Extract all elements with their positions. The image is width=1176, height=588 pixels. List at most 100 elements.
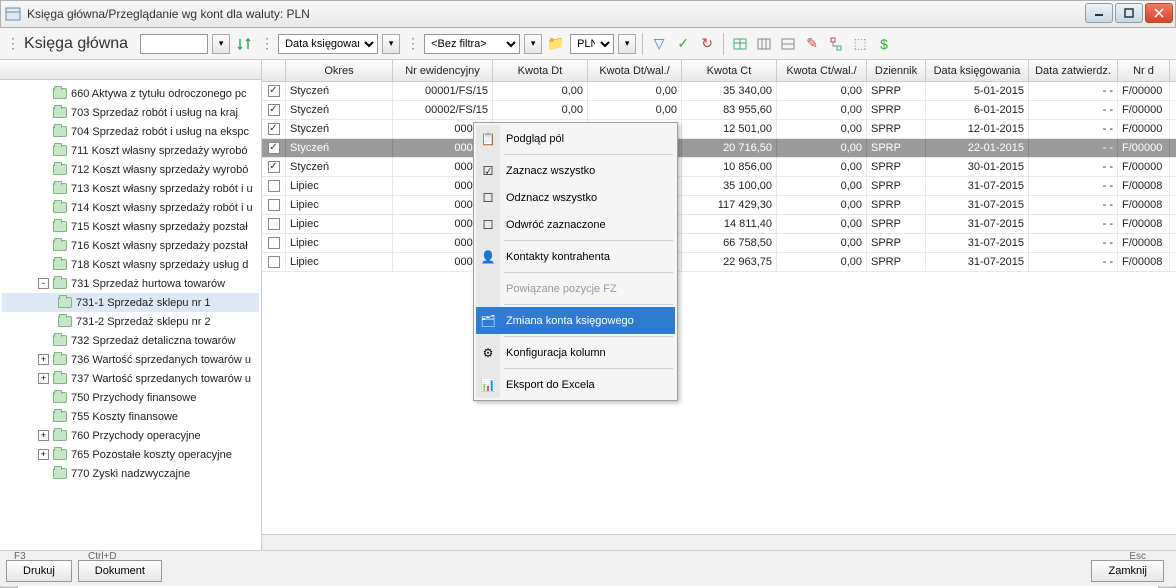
tree-item-755[interactable]: 755 Koszty finansowe <box>2 407 259 426</box>
table-row[interactable]: Styczeń00007/0020 716,500,00SPRP22-01-20… <box>262 139 1176 158</box>
filter-icon[interactable]: ▽ <box>649 34 669 54</box>
tree-expander[interactable]: + <box>38 354 49 365</box>
tree-item-732[interactable]: 732 Sprzedaż detaliczna towarów <box>2 331 259 350</box>
tree-expander[interactable]: + <box>38 373 49 384</box>
row-checkbox-cell[interactable] <box>262 253 286 271</box>
table-row[interactable]: Lipiec00029/0066 758,500,00SPRP31-07-201… <box>262 234 1176 253</box>
print-button[interactable]: Drukuj <box>6 560 72 582</box>
tree-item-716[interactable]: 716 Koszt własny sprzedaży pozstał <box>2 236 259 255</box>
tree-expander[interactable]: + <box>38 430 49 441</box>
table-row[interactable]: Styczeń00002/FS/150,000,0083 955,600,00S… <box>262 101 1176 120</box>
money-icon[interactable]: $ <box>874 34 894 54</box>
tree-item-765[interactable]: +765 Pozostałe koszty operacyjne <box>2 445 259 464</box>
col-header-kwdtw[interactable]: Kwota Dt/wal./ <box>588 60 682 81</box>
row-checkbox-cell[interactable] <box>262 82 286 100</box>
context-menu-item[interactable]: ☐Odznacz wszystko <box>476 184 675 211</box>
dropdown-button[interactable]: ▾ <box>212 34 230 54</box>
table-row[interactable]: Lipiec00024/00117 429,300,00SPRP31-07-20… <box>262 196 1176 215</box>
tree-item-750[interactable]: 750 Przychody finansowe <box>2 388 259 407</box>
tree-item-736[interactable]: +736 Wartość sprzedanych towarów u <box>2 350 259 369</box>
tree-item-660[interactable]: 660 Aktywa z tytułu odroczonego pc <box>2 84 259 103</box>
context-menu-item[interactable]: ⚙Konfiguracja kolumn <box>476 339 675 366</box>
close-button[interactable] <box>1145 3 1173 23</box>
dropdown-button[interactable]: ▾ <box>618 34 636 54</box>
col-header-nrd[interactable]: Nr d <box>1118 60 1170 81</box>
context-menu-item[interactable]: 🗂Zmiana konta księgowego <box>476 307 675 334</box>
col-header-nrew[interactable]: Nr ewidencyjny <box>393 60 493 81</box>
context-menu-item[interactable]: 👤Kontakty kontrahenta <box>476 243 675 270</box>
tree-item-760[interactable]: +760 Przychody operacyjne <box>2 426 259 445</box>
tree-expander[interactable]: + <box>38 449 49 460</box>
context-menu-item[interactable]: ☑Zaznacz wszystko <box>476 157 675 184</box>
import-icon[interactable]: ⬚ <box>850 34 870 54</box>
tree-item-731-1[interactable]: 731-1 Sprzedaż sklepu nr 1 <box>2 293 259 312</box>
row-checkbox-cell[interactable] <box>262 139 286 157</box>
tree-item-703[interactable]: 703 Sprzedaż robót i usług na kraj <box>2 103 259 122</box>
row-checkbox-cell[interactable] <box>262 234 286 252</box>
table-row[interactable]: Styczeń00004/0012 501,000,00SPRP12-01-20… <box>262 120 1176 139</box>
row-checkbox-cell[interactable] <box>262 215 286 233</box>
checkbox-icon[interactable] <box>268 199 280 211</box>
row-checkbox-cell[interactable] <box>262 120 286 138</box>
tree-item-731[interactable]: -731 Sprzedaż hurtowa towarów <box>2 274 259 293</box>
checkbox-icon[interactable] <box>268 180 280 192</box>
table-row[interactable]: Lipiec00023/0035 100,000,00SPRP31-07-201… <box>262 177 1176 196</box>
tree-item-718[interactable]: 718 Koszt własny sprzedaży usług d <box>2 255 259 274</box>
col-header-dk[interactable]: Data księgowania <box>926 60 1029 81</box>
col-header-kwdt[interactable]: Kwota Dt <box>493 60 588 81</box>
context-menu-item[interactable]: 📊Eksport do Excela <box>476 371 675 398</box>
maximize-button[interactable] <box>1115 3 1143 23</box>
context-menu-item[interactable]: ☐Odwróć zaznaczone <box>476 211 675 238</box>
minimize-button[interactable] <box>1085 3 1113 23</box>
col-header-dzat[interactable]: Data zatwierdz. <box>1029 60 1118 81</box>
filter-select[interactable]: <Bez filtra> <box>424 34 520 54</box>
context-menu-item[interactable]: 📋Podgląd pól <box>476 125 675 152</box>
checkbox-icon[interactable] <box>268 237 280 249</box>
tree-item-713[interactable]: 713 Koszt własny sprzedaży robót i u <box>2 179 259 198</box>
dropdown-button[interactable]: ▾ <box>524 34 542 54</box>
tree-icon[interactable]: ✎ <box>802 34 822 54</box>
close-footer-button[interactable]: Zamknij <box>1091 560 1164 582</box>
checkbox-icon[interactable] <box>268 104 280 116</box>
grid-scrollbar[interactable] <box>262 534 1176 550</box>
tree-item-731-2[interactable]: 731-2 Sprzedaż sklepu nr 2 <box>2 312 259 331</box>
col-header-okres[interactable]: Okres <box>286 60 393 81</box>
row-checkbox-cell[interactable] <box>262 158 286 176</box>
tree-expander[interactable]: - <box>38 278 49 289</box>
row-checkbox-cell[interactable] <box>262 196 286 214</box>
checkbox-icon[interactable] <box>268 218 280 230</box>
row-checkbox-cell[interactable] <box>262 101 286 119</box>
grid-icon[interactable] <box>754 34 774 54</box>
columns-icon[interactable] <box>778 34 798 54</box>
hierarchy-icon[interactable] <box>826 34 846 54</box>
table-row[interactable]: Lipiec00032/0022 963,750,00SPRP31-07-201… <box>262 253 1176 272</box>
col-header-kwct[interactable]: Kwota Ct <box>682 60 777 81</box>
document-button[interactable]: Dokument <box>78 560 162 582</box>
search-input[interactable] <box>140 34 208 54</box>
tree-item-711[interactable]: 711 Koszt własny sprzedaży wyrobó <box>2 141 259 160</box>
dropdown-button[interactable]: ▾ <box>382 34 400 54</box>
checkbox-icon[interactable] <box>268 123 280 135</box>
col-header-dz[interactable]: Dziennik <box>867 60 926 81</box>
table-row[interactable]: Lipiec00026/0014 811,400,00SPRP31-07-201… <box>262 215 1176 234</box>
row-checkbox-cell[interactable] <box>262 177 286 195</box>
col-header-kwctw[interactable]: Kwota Ct/wal./ <box>777 60 867 81</box>
date-select[interactable]: Data księgowania <box>278 34 378 54</box>
currency-select[interactable]: PLN <box>570 34 614 54</box>
col-header-check[interactable] <box>262 60 286 81</box>
tree-item-770[interactable]: 770 Zyski nadzwyczajne <box>2 464 259 483</box>
table-row[interactable]: Styczeń00001/FS/150,000,0035 340,000,00S… <box>262 82 1176 101</box>
refresh-icon[interactable]: ↻ <box>697 34 717 54</box>
checkbox-icon[interactable] <box>268 142 280 154</box>
table-row[interactable]: Styczeń00010/0010 856,000,00SPRP30-01-20… <box>262 158 1176 177</box>
sort-icon[interactable] <box>234 34 254 54</box>
tree-item-715[interactable]: 715 Koszt własny sprzedaży pozstał <box>2 217 259 236</box>
checkbox-icon[interactable] <box>268 85 280 97</box>
checkbox-icon[interactable] <box>268 256 280 268</box>
tree-item-712[interactable]: 712 Koszt własny sprzedaży wyrobó <box>2 160 259 179</box>
table-icon[interactable] <box>730 34 750 54</box>
tree-item-714[interactable]: 714 Koszt własny sprzedaży robót i u <box>2 198 259 217</box>
tree-item-704[interactable]: 704 Sprzedaż robót i usług na ekspc <box>2 122 259 141</box>
tree-item-737[interactable]: +737 Wartość sprzedanych towarów u <box>2 369 259 388</box>
checkbox-icon[interactable] <box>268 161 280 173</box>
